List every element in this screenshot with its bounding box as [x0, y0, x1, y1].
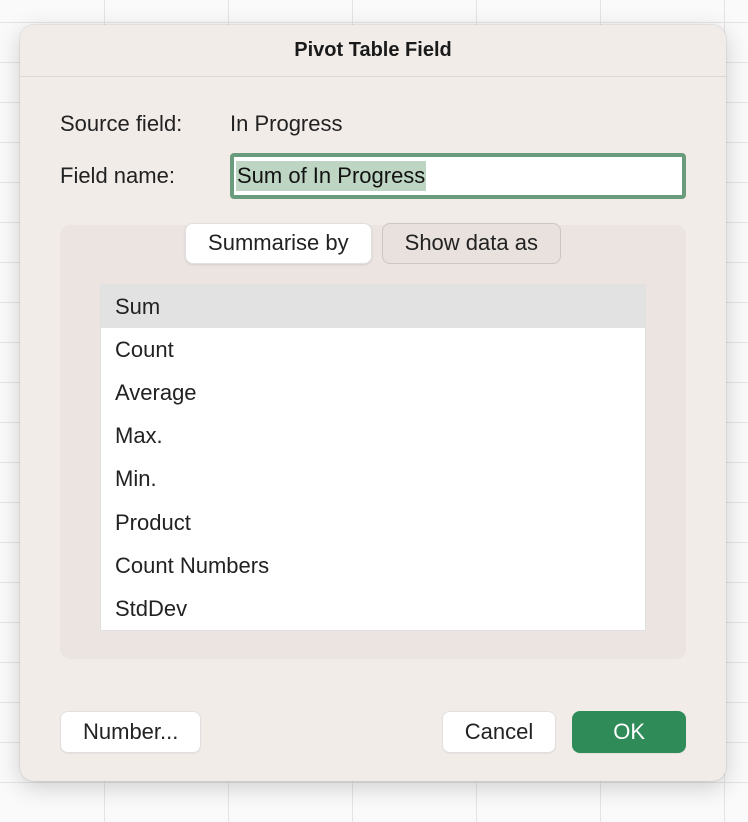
cancel-button[interactable]: Cancel	[442, 711, 556, 753]
list-item[interactable]: StdDev	[101, 587, 645, 630]
list-item[interactable]: Count Numbers	[101, 544, 645, 587]
field-name-label: Field name:	[60, 163, 230, 189]
dialog-titlebar: Pivot Table Field	[20, 25, 726, 77]
list-item[interactable]: Average	[101, 371, 645, 414]
dialog-content: Source field: In Progress Field name: Su…	[20, 77, 726, 687]
tab-strip: Summarise by Show data as	[60, 223, 686, 264]
list-item[interactable]: Count	[101, 328, 645, 371]
dialog-footer: Number... Cancel OK	[20, 687, 726, 781]
footer-right-group: Cancel OK	[442, 711, 686, 753]
field-name-input-wrap[interactable]: Sum of In Progress	[230, 153, 686, 199]
function-listbox[interactable]: Sum Count Average Max. Min. Product Coun…	[100, 284, 646, 632]
source-field-row: Source field: In Progress	[60, 111, 686, 137]
list-item[interactable]: Sum	[101, 285, 645, 328]
list-item[interactable]: Min.	[101, 457, 645, 500]
summary-panel: Summarise by Show data as Sum Count Aver…	[60, 225, 686, 659]
tab-show-data-as[interactable]: Show data as	[382, 223, 561, 264]
pivot-table-field-dialog: Pivot Table Field Source field: In Progr…	[20, 25, 726, 781]
tab-summarise-by[interactable]: Summarise by	[185, 223, 372, 264]
list-item[interactable]: Max.	[101, 414, 645, 457]
number-format-button[interactable]: Number...	[60, 711, 201, 753]
dialog-title: Pivot Table Field	[294, 39, 451, 62]
field-name-row: Field name: Sum of In Progress	[60, 153, 686, 199]
source-field-label: Source field:	[60, 111, 230, 137]
source-field-value: In Progress	[230, 111, 343, 137]
field-name-input[interactable]: Sum of In Progress	[236, 161, 426, 191]
ok-button[interactable]: OK	[572, 711, 686, 753]
list-item[interactable]: Product	[101, 501, 645, 544]
